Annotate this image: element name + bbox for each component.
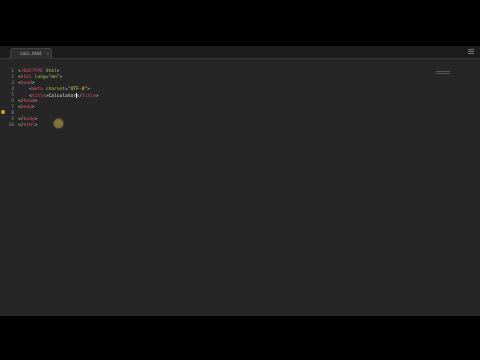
token: html xyxy=(42,69,57,74)
token: > xyxy=(31,81,35,86)
token-tag: head xyxy=(23,99,35,104)
token-attr: lang xyxy=(31,75,46,80)
line-number-gutter: 1 2 3 4 5 6 7 8 9 10 xyxy=(0,69,14,129)
token-text: Calculator xyxy=(48,94,77,99)
mouse-cursor-highlight-icon xyxy=(54,119,63,128)
close-icon[interactable]: × xyxy=(47,49,49,59)
token-attr: charset xyxy=(42,87,66,92)
token: > xyxy=(59,75,63,80)
token: > xyxy=(87,87,91,92)
tab-bar: calc.html × xyxy=(0,46,480,59)
token: > xyxy=(56,69,60,74)
token-string: "UTF-8" xyxy=(67,87,88,92)
token: > xyxy=(31,105,35,110)
token: > xyxy=(96,94,99,99)
token-tag: title xyxy=(82,94,97,99)
code-editor[interactable]: 1 2 3 4 5 6 7 8 9 10 <!DOCTYPE html> <ht… xyxy=(0,59,480,316)
line-number: 10 xyxy=(8,123,14,128)
token-tag: meta xyxy=(31,87,43,92)
token-tag: body xyxy=(23,117,35,122)
minimap[interactable] xyxy=(436,71,450,75)
token-tag: html xyxy=(20,75,32,80)
breakpoint-marker-icon[interactable] xyxy=(1,110,5,114)
tab-calc-html[interactable]: calc.html × xyxy=(10,48,52,59)
token-tag: html xyxy=(23,123,35,128)
token-tag: body xyxy=(20,105,32,110)
tab-label: calc.html xyxy=(20,51,42,56)
menu-icon[interactable] xyxy=(468,49,474,54)
token-keyword: !DOCTYPE xyxy=(20,69,43,74)
token: > xyxy=(34,117,38,122)
token: > xyxy=(34,99,38,104)
token-string: "en" xyxy=(48,75,60,80)
token-tag: head xyxy=(20,81,32,86)
editor-window: calc.html × 1 2 3 4 5 6 7 8 9 10 <!DOCTY… xyxy=(0,46,480,316)
token: > xyxy=(34,123,38,128)
